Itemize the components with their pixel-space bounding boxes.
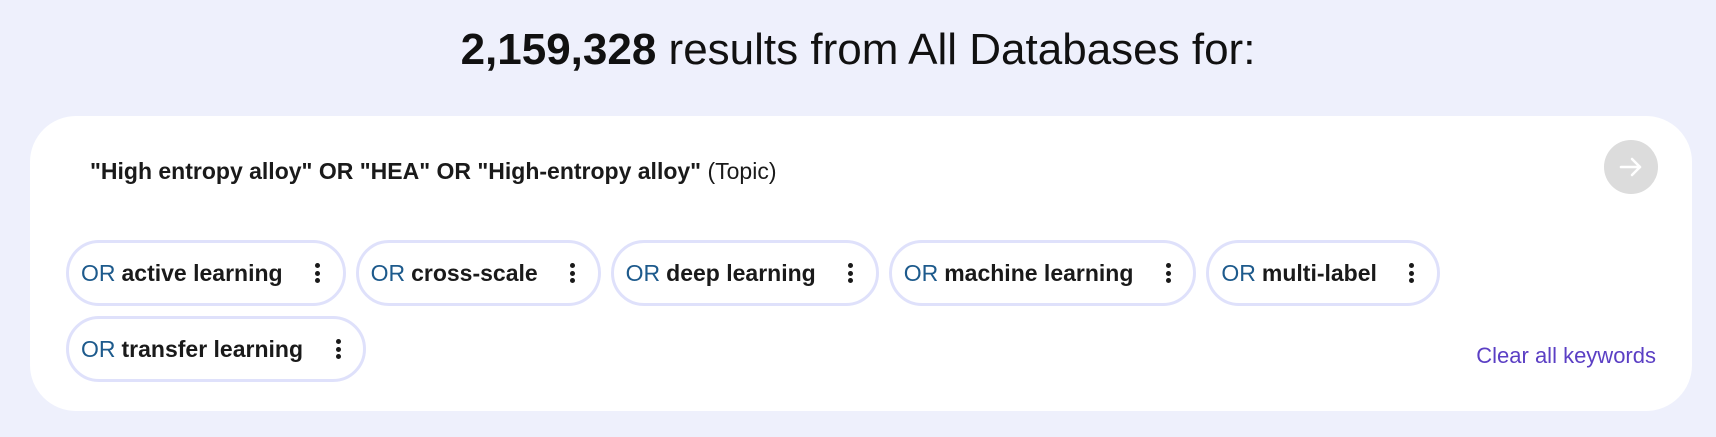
keyword-chip[interactable]: OR active learning: [66, 240, 346, 306]
submit-search-button[interactable]: [1604, 140, 1658, 194]
chip-label: deep learning: [666, 259, 816, 286]
chip-operator: OR: [1221, 259, 1256, 286]
more-options-icon[interactable]: [846, 263, 856, 283]
chip-label: machine learning: [944, 259, 1134, 286]
more-options-icon[interactable]: [333, 339, 343, 359]
chip-label: transfer learning: [121, 335, 304, 362]
chip-label: multi-label: [1261, 259, 1377, 286]
arrow-right-icon: [1619, 157, 1642, 177]
chip-label: active learning: [121, 259, 283, 286]
more-options-icon[interactable]: [568, 263, 578, 283]
result-count: 2,159,328: [460, 25, 657, 74]
chip-operator: OR: [370, 259, 406, 286]
results-heading: 2,159,328 results from All Databases for…: [0, 22, 1716, 78]
query-line[interactable]: "High entropy alloy" OR "HEA" OR "High-e…: [90, 156, 777, 186]
more-options-icon[interactable]: [313, 263, 323, 283]
more-options-icon[interactable]: [1163, 263, 1173, 283]
keyword-chip[interactable]: OR transfer learning: [66, 316, 366, 382]
keyword-chip[interactable]: OR multi-label: [1206, 240, 1440, 306]
query-card: "High entropy alloy" OR "HEA" OR "High-e…: [30, 116, 1692, 411]
keyword-chips: OR active learning OR cross-scale OR dee…: [66, 240, 1486, 382]
chip-operator: OR: [625, 259, 661, 286]
keyword-chip[interactable]: OR deep learning: [610, 240, 879, 306]
result-text: results from All Databases for:: [656, 25, 1256, 74]
chip-operator: OR: [81, 335, 116, 362]
chip-operator: OR: [903, 259, 939, 286]
query-field: (Topic): [707, 158, 777, 184]
keyword-chip[interactable]: OR machine learning: [888, 240, 1197, 306]
query-terms: "High entropy alloy" OR "HEA" OR "High-e…: [90, 158, 702, 184]
keyword-chip[interactable]: OR cross-scale: [355, 240, 601, 306]
clear-all-keywords-link[interactable]: Clear all keywords: [1476, 341, 1656, 371]
chip-operator: OR: [81, 259, 116, 286]
chip-label: cross-scale: [411, 259, 538, 286]
more-options-icon[interactable]: [1407, 263, 1417, 283]
